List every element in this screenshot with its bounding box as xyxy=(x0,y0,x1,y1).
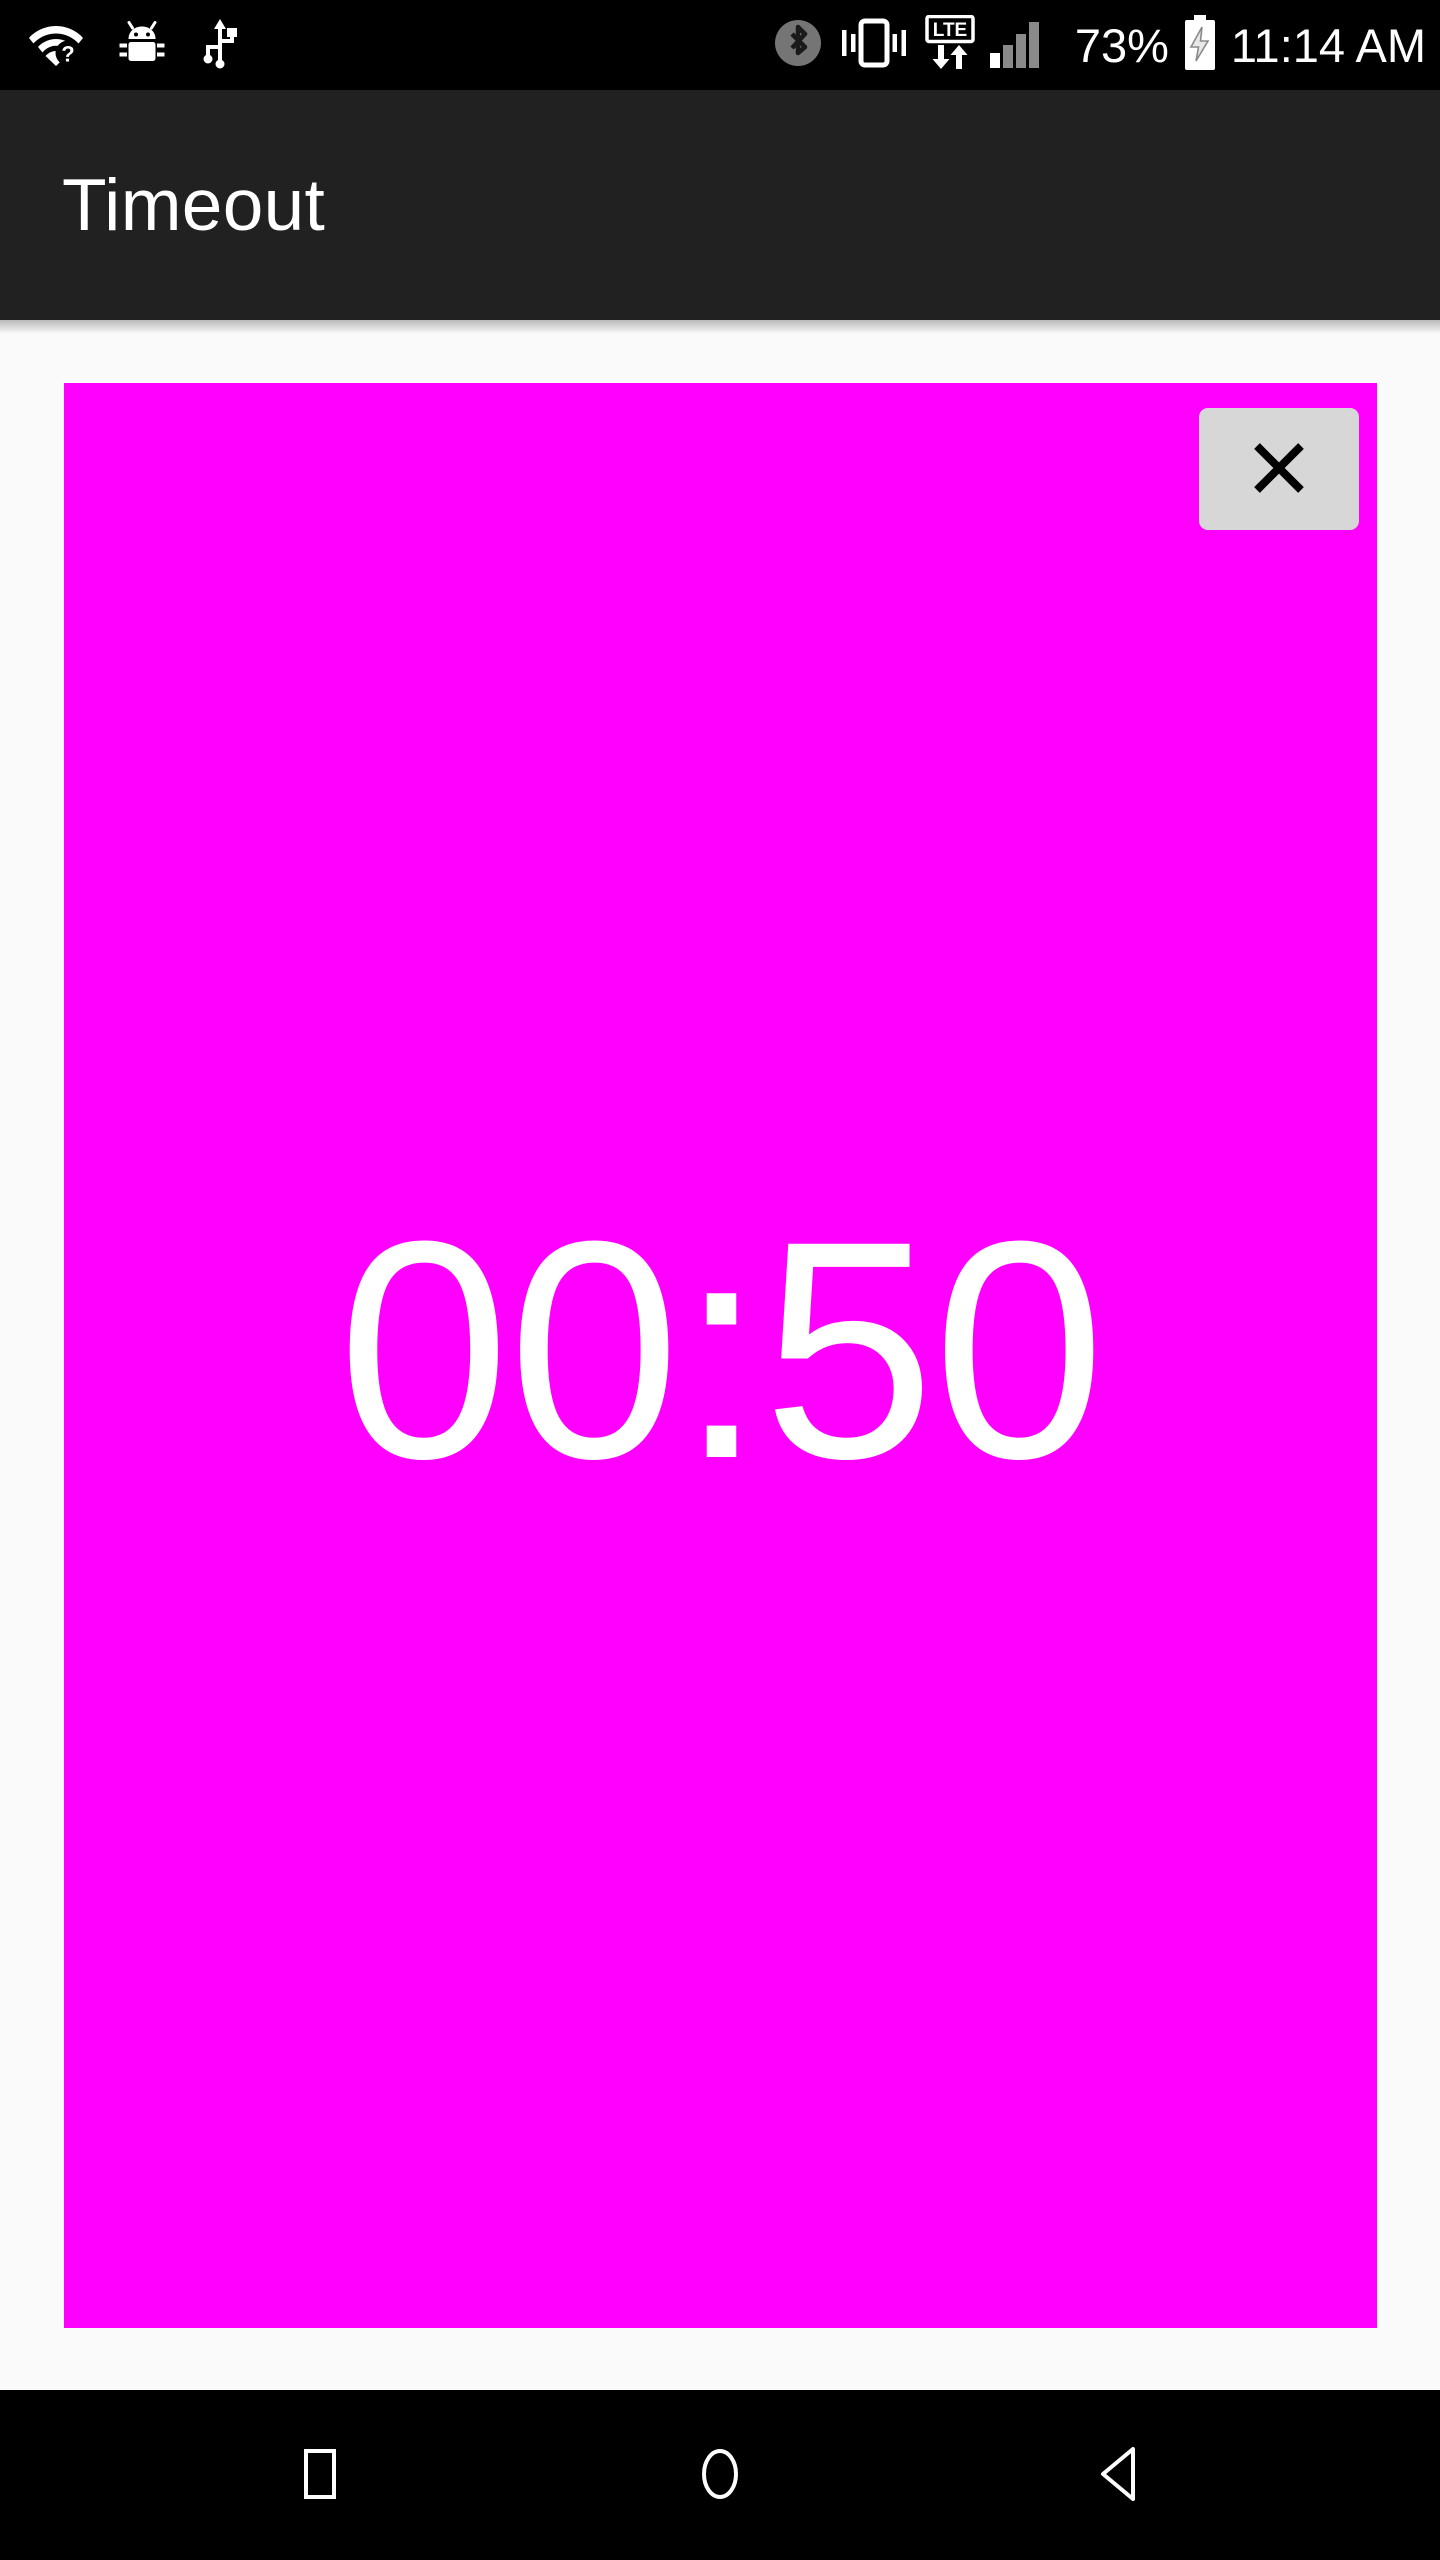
home-button[interactable] xyxy=(660,2415,780,2535)
phone-screen: ? LTE 73% 11:14 AM Timeout 00:50 xyxy=(0,0,1440,2560)
navigation-bar xyxy=(0,2390,1440,2560)
timer-readout: 00:50 xyxy=(64,383,1377,2328)
circle-icon xyxy=(689,2443,751,2508)
recents-button[interactable] xyxy=(260,2415,380,2535)
close-icon xyxy=(1250,439,1308,500)
clock-label: 11:14 AM xyxy=(1230,18,1426,72)
close-timer-button[interactable] xyxy=(1199,408,1359,530)
android-debug-icon xyxy=(118,19,166,72)
svg-text:?: ? xyxy=(61,41,74,66)
battery-percent-label: 73% xyxy=(1074,18,1169,72)
lte-data-icon: LTE xyxy=(925,14,975,76)
triangle-left-icon xyxy=(1089,2443,1151,2508)
timer-panel: 00:50 xyxy=(64,383,1377,2328)
bluetooth-icon xyxy=(773,18,823,73)
usb-icon xyxy=(200,17,240,74)
status-bar-left-icons: ? xyxy=(28,17,240,74)
page-title: Timeout xyxy=(62,164,326,246)
status-bar: ? LTE 73% 11:14 AM xyxy=(0,0,1440,90)
status-bar-right-cluster: LTE 73% 11:14 AM xyxy=(773,14,1426,76)
back-button[interactable] xyxy=(1060,2415,1180,2535)
content-area: 00:50 xyxy=(0,320,1440,2390)
vibrate-icon xyxy=(837,17,911,74)
svg-text:LTE: LTE xyxy=(933,20,967,41)
battery-charging-icon xyxy=(1183,14,1217,76)
signal-bars-icon xyxy=(989,17,1043,74)
timer-value: 00:50 xyxy=(337,1175,1106,1523)
wifi-no-internet-icon: ? xyxy=(28,20,84,71)
square-icon xyxy=(289,2443,351,2508)
app-bar: Timeout xyxy=(0,90,1440,320)
